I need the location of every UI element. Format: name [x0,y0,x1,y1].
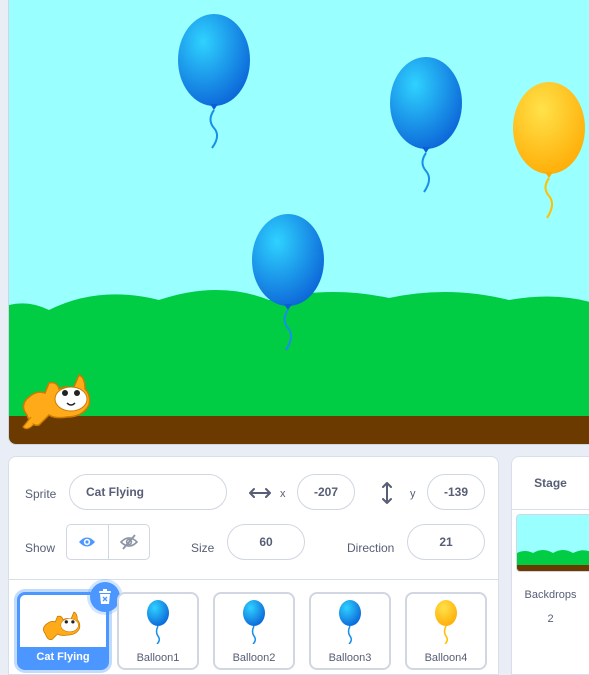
eye-slash-icon [119,534,138,550]
stage-pane-title: Stage [512,457,589,510]
sprite-label: Sprite [25,487,57,501]
sprite-thumbnail [407,600,485,648]
horizontal-arrows-icon [249,488,271,498]
sprite-tile-balloon4[interactable]: Balloon4 [405,592,487,670]
visibility-toggle [66,524,150,560]
x-label: x [280,488,286,500]
sprite-info-panel: Sprite Cat Flying x -207 y -139 Show Siz… [8,456,499,580]
sprite-thumbnail [311,600,389,648]
sprite-list: Cat Flying Balloon1 Balloon2 Balloon3 Ba… [8,580,499,675]
blue-balloon-icon [147,600,169,644]
show-hidden-button[interactable] [107,525,150,559]
direction-label: Direction [347,541,395,555]
blue-balloon-icon [339,600,361,644]
sprite-tile-label: Balloon2 [232,652,276,664]
stage-thumbnail[interactable] [516,514,589,572]
y-label: y [410,488,416,500]
hills [9,290,589,420]
vertical-arrows-icon [382,482,392,504]
size-label: Size [191,541,215,555]
sprite-tile-label: Balloon1 [136,652,180,664]
ground [9,416,589,444]
cat-thumbnail-icon [43,611,81,641]
sprite-thumbnail [20,601,106,649]
sprite-tile-label: Balloon3 [328,652,372,664]
delete-sprite-button[interactable] [90,582,120,612]
x-position-input[interactable]: -207 [297,474,355,510]
show-label: Show [25,541,56,555]
sprite-thumbnail [215,600,293,648]
sprite-name-input[interactable]: Cat Flying [69,474,227,510]
yellow-balloon-icon [435,600,457,644]
trash-icon [99,589,111,604]
sprite-tile-label: Cat Flying [20,647,106,667]
backdrops-count: 2 [547,613,554,625]
sprite-tile-balloon1[interactable]: Balloon1 [117,592,199,670]
blue-balloon-icon [243,600,265,644]
stage-canvas[interactable] [8,0,589,445]
eye-icon [79,537,96,547]
sprite-tile-balloon3[interactable]: Balloon3 [309,592,391,670]
sprite-thumbnail [119,600,197,648]
backdrops-label: Backdrops [524,589,577,601]
show-visible-button[interactable] [67,525,108,559]
y-position-input[interactable]: -139 [427,474,485,510]
sprite-tile-label: Balloon4 [424,652,468,664]
direction-input[interactable]: 21 [407,524,485,560]
size-input[interactable]: 60 [227,524,305,560]
sprite-tile-balloon2[interactable]: Balloon2 [213,592,295,670]
stage-target-pane[interactable]: Stage Backdrops 2 [511,456,589,675]
